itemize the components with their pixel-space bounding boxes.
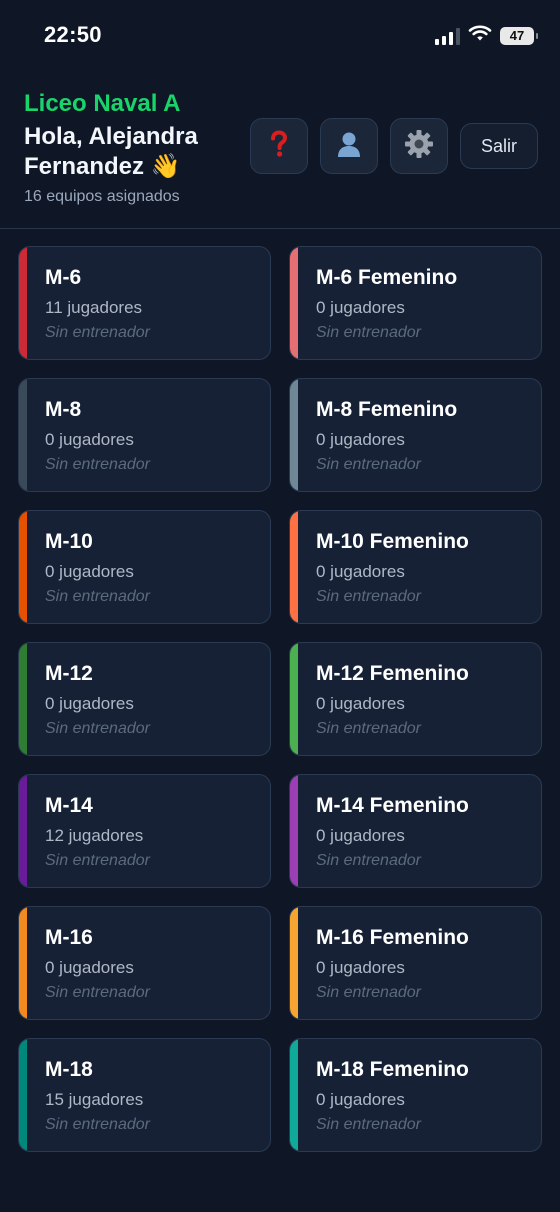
team-coach: Sin entrenador bbox=[45, 1116, 150, 1133]
team-card[interactable]: M-6 Femenino 0 jugadores Sin entrenador bbox=[289, 246, 542, 360]
team-color-stripe bbox=[290, 511, 298, 623]
team-coach: Sin entrenador bbox=[45, 720, 150, 737]
team-card[interactable]: M-8 Femenino 0 jugadores Sin entrenador bbox=[289, 378, 542, 492]
team-card[interactable]: M-12 Femenino 0 jugadores Sin entrenador bbox=[289, 642, 542, 756]
team-player-count: 0 jugadores bbox=[45, 562, 134, 581]
team-coach: Sin entrenador bbox=[45, 588, 150, 605]
team-card[interactable]: M-16 Femenino 0 jugadores Sin entrenador bbox=[289, 906, 542, 1020]
team-color-stripe bbox=[290, 1039, 298, 1151]
team-player-count: 0 jugadores bbox=[45, 958, 134, 977]
team-player-count: 0 jugadores bbox=[316, 430, 405, 449]
team-coach: Sin entrenador bbox=[316, 720, 421, 737]
team-name: M-8 Femenino bbox=[316, 398, 458, 421]
team-color-stripe bbox=[19, 247, 27, 359]
settings-button[interactable] bbox=[390, 118, 448, 174]
status-bar: 22:50 47 bbox=[0, 0, 560, 72]
team-name: M-10 bbox=[45, 530, 93, 553]
team-player-count: 0 jugadores bbox=[316, 1090, 405, 1109]
team-player-count: 0 jugadores bbox=[316, 826, 405, 845]
school-name: Liceo Naval A bbox=[24, 90, 181, 117]
team-name: M-18 bbox=[45, 1058, 93, 1081]
team-color-stripe bbox=[290, 775, 298, 887]
team-coach: Sin entrenador bbox=[316, 852, 421, 869]
team-coach: Sin entrenador bbox=[316, 456, 421, 473]
team-player-count: 11 jugadores bbox=[45, 298, 143, 317]
team-name: M-8 bbox=[45, 398, 82, 421]
team-coach: Sin entrenador bbox=[45, 456, 150, 473]
team-name: M-18 Femenino bbox=[316, 1058, 469, 1081]
signal-icon bbox=[435, 27, 460, 45]
team-card[interactable]: M-12 0 jugadores Sin entrenador bbox=[18, 642, 271, 756]
team-card[interactable]: M-10 0 jugadores Sin entrenador bbox=[18, 510, 271, 624]
team-coach: Sin entrenador bbox=[45, 852, 150, 869]
team-card[interactable]: M-14 Femenino 0 jugadores Sin entrenador bbox=[289, 774, 542, 888]
teams-grid: M-6 11 jugadores Sin entrenador M-6 Femenin… bbox=[18, 246, 542, 1152]
battery-level: 47 bbox=[509, 28, 525, 43]
team-color-stripe bbox=[290, 643, 298, 755]
team-card[interactable]: M-8 0 jugadores Sin entrenador bbox=[18, 378, 271, 492]
team-coach: Sin entrenador bbox=[316, 1116, 421, 1133]
settings-icon bbox=[403, 128, 435, 165]
team-player-count: 0 jugadores bbox=[316, 562, 405, 581]
team-color-stripe bbox=[19, 1039, 27, 1151]
header-actions: Salir bbox=[250, 118, 538, 174]
team-player-count: 0 jugadores bbox=[45, 430, 134, 449]
team-coach: Sin entrenador bbox=[316, 588, 421, 605]
team-name: M-16 bbox=[45, 926, 93, 949]
team-coach: Sin entrenador bbox=[316, 984, 421, 1001]
team-coach: Sin entrenador bbox=[45, 324, 150, 341]
team-color-stripe bbox=[19, 643, 27, 755]
team-name: M-12 Femenino bbox=[316, 662, 469, 685]
team-card[interactable]: M-16 0 jugadores Sin entrenador bbox=[18, 906, 271, 1020]
team-card[interactable]: M-10 Femenino 0 jugadores Sin entrenador bbox=[289, 510, 542, 624]
team-name: M-6 bbox=[45, 266, 82, 289]
team-name: M-12 bbox=[45, 662, 93, 685]
team-color-stripe bbox=[290, 247, 298, 359]
team-name: M-6 Femenino bbox=[316, 266, 458, 289]
team-color-stripe bbox=[19, 907, 27, 1019]
profile-button[interactable] bbox=[320, 118, 378, 174]
team-name: M-10 Femenino bbox=[316, 530, 469, 553]
team-color-stripe bbox=[19, 775, 27, 887]
team-color-stripe bbox=[290, 379, 298, 491]
wifi-icon bbox=[468, 24, 492, 47]
help-icon bbox=[267, 129, 291, 164]
team-player-count: 12 jugadores bbox=[45, 826, 144, 845]
team-player-count: 0 jugadores bbox=[316, 694, 405, 713]
team-player-count: 15 jugadores bbox=[45, 1090, 144, 1109]
team-name: M-14 bbox=[45, 794, 93, 817]
teams-count: 16 equipos asignados bbox=[24, 188, 180, 205]
team-player-count: 0 jugadores bbox=[316, 298, 405, 317]
status-icons: 47 bbox=[435, 24, 538, 47]
help-button[interactable] bbox=[250, 118, 308, 174]
team-card[interactable]: M-6 11 jugadores Sin entrenador bbox=[18, 246, 271, 360]
team-color-stripe bbox=[19, 379, 27, 491]
team-color-stripe bbox=[290, 907, 298, 1019]
greeting: Hola, Alejandra Fernandez 👋 bbox=[24, 123, 198, 180]
status-time: 22:50 bbox=[44, 22, 102, 47]
team-card[interactable]: M-18 15 jugadores Sin entrenador bbox=[18, 1038, 271, 1152]
team-card[interactable]: M-14 12 jugadores Sin entrenador bbox=[18, 774, 271, 888]
team-player-count: 0 jugadores bbox=[316, 958, 405, 977]
team-color-stripe bbox=[19, 511, 27, 623]
team-name: M-14 Femenino bbox=[316, 794, 469, 817]
profile-icon bbox=[334, 129, 364, 164]
team-name: M-16 Femenino bbox=[316, 926, 469, 949]
team-coach: Sin entrenador bbox=[45, 984, 150, 1001]
header: Liceo Naval A Hola, Alejandra Fernandez … bbox=[0, 72, 560, 229]
logout-button[interactable]: Salir bbox=[460, 123, 538, 169]
team-player-count: 0 jugadores bbox=[45, 694, 134, 713]
team-coach: Sin entrenador bbox=[316, 324, 421, 341]
battery-icon: 47 bbox=[500, 26, 538, 45]
team-card[interactable]: M-18 Femenino 0 jugadores Sin entrenador bbox=[289, 1038, 542, 1152]
